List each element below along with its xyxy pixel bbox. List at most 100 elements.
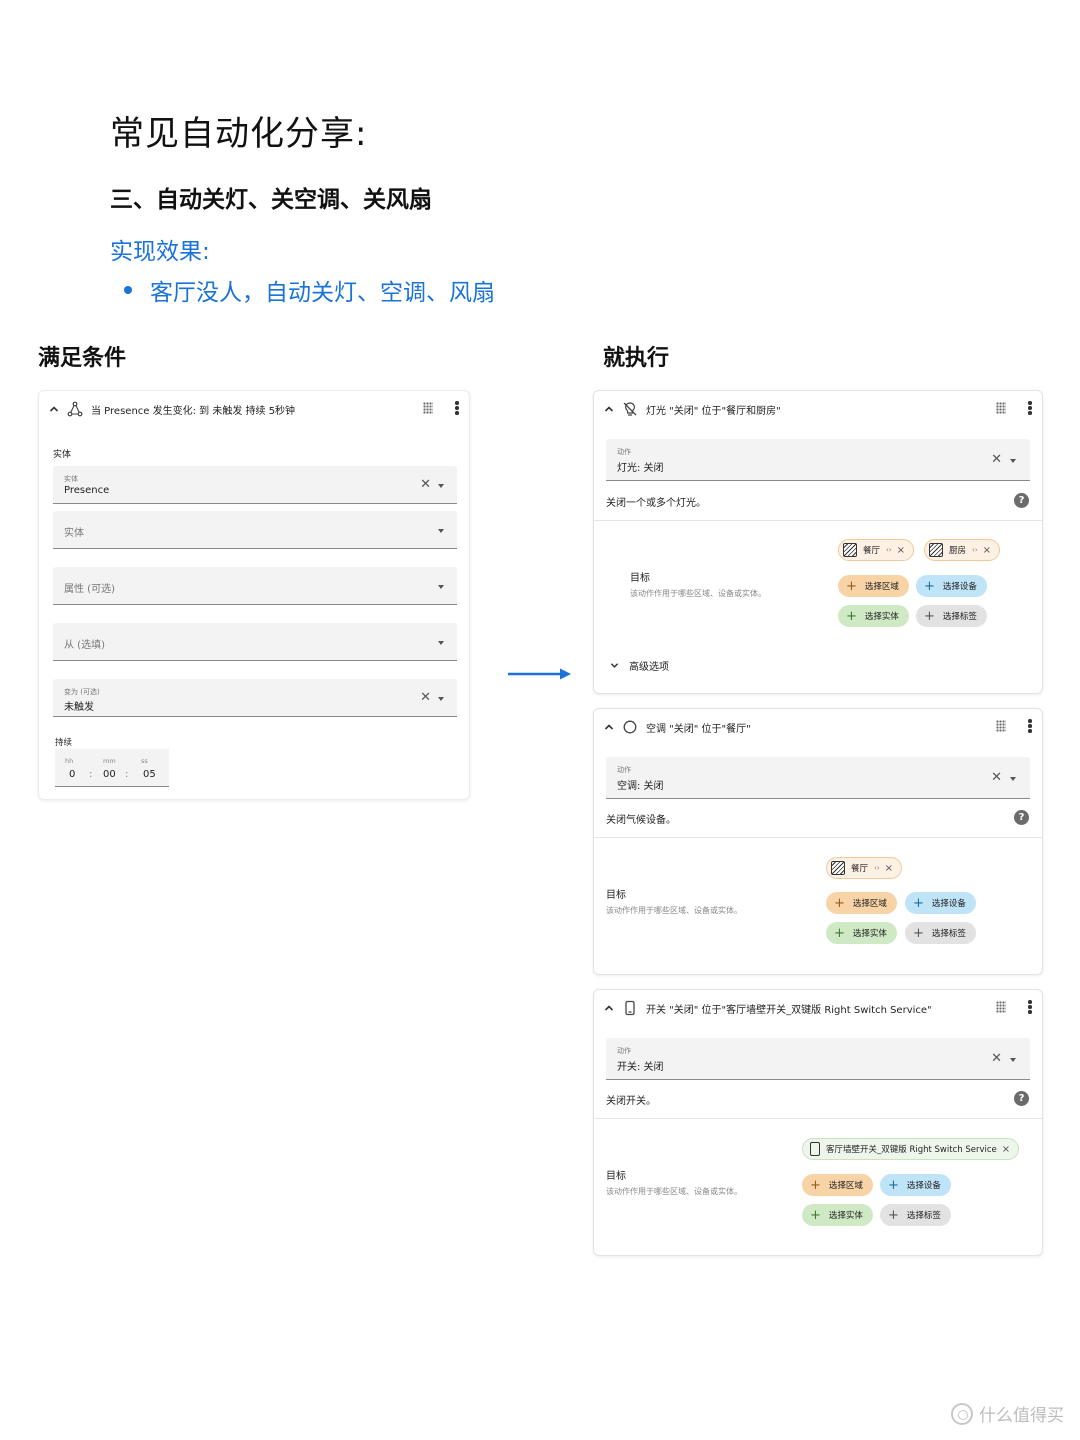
action-description: 关闭一个或多个灯光。 bbox=[606, 498, 706, 509]
chevron-up-icon[interactable] bbox=[604, 404, 614, 414]
chevron-up-icon[interactable] bbox=[604, 1003, 614, 1013]
dropdown-arrow-icon[interactable] bbox=[1010, 459, 1016, 463]
more-vert-icon[interactable] bbox=[1028, 401, 1032, 415]
action-header-text: 空调 "关闭" 位于"餐厅" bbox=[646, 723, 751, 735]
entity-select-2[interactable]: 实体 bbox=[53, 511, 457, 549]
target-chip-device[interactable]: 客厅墙壁开关_双键版 Right Switch Service × bbox=[802, 1138, 1020, 1160]
choose-device-button[interactable]: + 选择设备 bbox=[905, 892, 976, 914]
pill-label: 选择标签 bbox=[942, 612, 977, 622]
clear-icon[interactable]: ✕ bbox=[991, 770, 1002, 785]
plus-icon: + bbox=[834, 895, 845, 911]
trigger-card: 当 Presence 发生变化: 到 未触发 持续 5秒钟 实体 实体 Pres… bbox=[38, 390, 470, 800]
remove-icon[interactable]: × bbox=[1002, 1144, 1010, 1155]
remove-icon[interactable]: × bbox=[885, 863, 893, 874]
expand-icon[interactable]: ‹› bbox=[972, 546, 978, 554]
more-vert-icon[interactable] bbox=[1028, 1000, 1032, 1014]
remove-icon[interactable]: × bbox=[897, 545, 905, 556]
attribute-select[interactable]: 属性 (可选) bbox=[53, 567, 457, 605]
more-vert-icon[interactable] bbox=[1028, 719, 1032, 733]
action-header[interactable]: 灯光 "关闭" 位于"餐厅和厨房" bbox=[594, 391, 1042, 427]
plus-icon: + bbox=[888, 1207, 899, 1223]
dropdown-arrow-icon[interactable] bbox=[438, 697, 444, 701]
target-chip-area[interactable]: 餐厅 ‹› × bbox=[826, 857, 903, 879]
clear-icon[interactable]: ✕ bbox=[991, 452, 1002, 467]
pill-label: 选择标签 bbox=[931, 929, 966, 939]
help-icon[interactable]: ? bbox=[1014, 810, 1029, 825]
action-description: 关闭开关。 bbox=[606, 1096, 656, 1107]
expand-icon[interactable]: ‹› bbox=[874, 864, 880, 872]
from-select[interactable]: 从 (选填) bbox=[53, 623, 457, 661]
action-select-label: 动作 bbox=[617, 1047, 631, 1055]
mm-label: mm bbox=[103, 757, 116, 765]
plus-icon: + bbox=[888, 1177, 899, 1193]
dropdown-arrow-icon[interactable] bbox=[438, 641, 444, 645]
help-icon[interactable]: ? bbox=[1014, 493, 1029, 508]
choose-area-button[interactable]: + 选择区域 bbox=[802, 1174, 873, 1196]
more-vert-icon[interactable] bbox=[455, 401, 459, 415]
action-select-value: 空调: 关闭 bbox=[617, 781, 664, 792]
clear-icon[interactable]: ✕ bbox=[991, 1051, 1002, 1066]
dropdown-arrow-icon[interactable] bbox=[1010, 777, 1016, 781]
target-label: 目标 bbox=[606, 1171, 626, 1182]
duration-input[interactable]: hh 0 : mm 00 : ss 05 bbox=[55, 749, 169, 787]
action-select[interactable]: 动作 灯光: 关闭 ✕ bbox=[606, 439, 1030, 481]
drag-handle-icon[interactable] bbox=[996, 402, 1006, 414]
help-icon[interactable]: ? bbox=[1014, 1091, 1029, 1106]
expand-icon[interactable]: ‹› bbox=[886, 546, 892, 554]
pill-label: 选择实体 bbox=[828, 1211, 863, 1221]
dropdown-arrow-icon[interactable] bbox=[438, 585, 444, 589]
area-icon bbox=[843, 543, 857, 557]
pill-label: 选择区域 bbox=[864, 582, 899, 592]
target-chip-area[interactable]: 餐厅 ‹› × bbox=[838, 539, 915, 561]
minutes-input[interactable]: 00 bbox=[103, 769, 116, 780]
plus-icon: + bbox=[913, 895, 924, 911]
effect-label: 实现效果: bbox=[110, 239, 210, 265]
chevron-up-icon[interactable] bbox=[49, 404, 59, 414]
dropdown-arrow-icon[interactable] bbox=[438, 484, 444, 488]
drag-handle-icon[interactable] bbox=[423, 402, 433, 414]
seconds-input[interactable]: 05 bbox=[143, 769, 156, 780]
action-description: 关闭气候设备。 bbox=[606, 815, 676, 826]
dropdown-arrow-icon[interactable] bbox=[438, 529, 444, 533]
action-header[interactable]: 开关 "关闭" 位于"客厅墙壁开关_双键版 Right Switch Servi… bbox=[594, 990, 1042, 1026]
entity-section-label: 实体 bbox=[53, 450, 72, 460]
choose-device-button[interactable]: + 选择设备 bbox=[916, 575, 987, 597]
trigger-card-header[interactable]: 当 Presence 发生变化: 到 未触发 持续 5秒钟 bbox=[39, 391, 469, 427]
choose-entity-button[interactable]: + 选择实体 bbox=[838, 605, 909, 627]
action-header-text: 开关 "关闭" 位于"客厅墙壁开关_双键版 Right Switch Servi… bbox=[646, 1004, 932, 1016]
drag-handle-icon[interactable] bbox=[996, 720, 1006, 732]
entity-select-2-placeholder: 实体 bbox=[64, 528, 84, 539]
choose-entity-button[interactable]: + 选择实体 bbox=[802, 1204, 873, 1226]
target-label: 目标 bbox=[606, 890, 626, 901]
ss-label: ss bbox=[141, 757, 148, 765]
remove-icon[interactable]: × bbox=[983, 545, 991, 556]
choose-device-button[interactable]: + 选择设备 bbox=[880, 1174, 951, 1196]
choose-label-button[interactable]: + 选择标签 bbox=[916, 605, 987, 627]
action-select[interactable]: 动作 空调: 关闭 ✕ bbox=[606, 757, 1030, 799]
arrow-right-icon bbox=[508, 668, 571, 680]
action-card-switch: 开关 "关闭" 位于"客厅墙壁开关_双键版 Right Switch Servi… bbox=[593, 989, 1043, 1256]
chevron-up-icon[interactable] bbox=[604, 722, 614, 732]
choose-entity-button[interactable]: + 选择实体 bbox=[826, 922, 897, 944]
target-chip-area[interactable]: 厨房 ‹› × bbox=[924, 539, 1001, 561]
drag-handle-icon[interactable] bbox=[996, 1001, 1006, 1013]
action-header[interactable]: 空调 "关闭" 位于"餐厅" bbox=[594, 709, 1042, 745]
clear-icon[interactable]: ✕ bbox=[420, 477, 431, 492]
target-description: 该动作作用于哪些区域、设备或实体。 bbox=[606, 906, 742, 915]
device-icon bbox=[810, 1142, 820, 1156]
choose-area-button[interactable]: + 选择区域 bbox=[826, 892, 897, 914]
attribute-select-placeholder: 属性 (可选) bbox=[64, 584, 115, 595]
chip-label: 厨房 bbox=[949, 546, 967, 556]
to-select[interactable]: 变为 (可选) 未触发 ✕ bbox=[53, 679, 457, 717]
advanced-options-toggle[interactable]: 高级选项 bbox=[610, 658, 669, 673]
choose-label-button[interactable]: + 选择标签 bbox=[880, 1204, 951, 1226]
choose-area-button[interactable]: + 选择区域 bbox=[838, 575, 909, 597]
action-select-label: 动作 bbox=[617, 448, 631, 456]
choose-label-button[interactable]: + 选择标签 bbox=[905, 922, 976, 944]
action-select[interactable]: 动作 开关: 关闭 ✕ bbox=[606, 1038, 1030, 1080]
actions-title: 就执行 bbox=[603, 346, 670, 371]
clear-icon[interactable]: ✕ bbox=[420, 690, 431, 705]
entity-select[interactable]: 实体 Presence ✕ bbox=[53, 466, 457, 504]
dropdown-arrow-icon[interactable] bbox=[1010, 1058, 1016, 1062]
hours-input[interactable]: 0 bbox=[69, 769, 75, 780]
